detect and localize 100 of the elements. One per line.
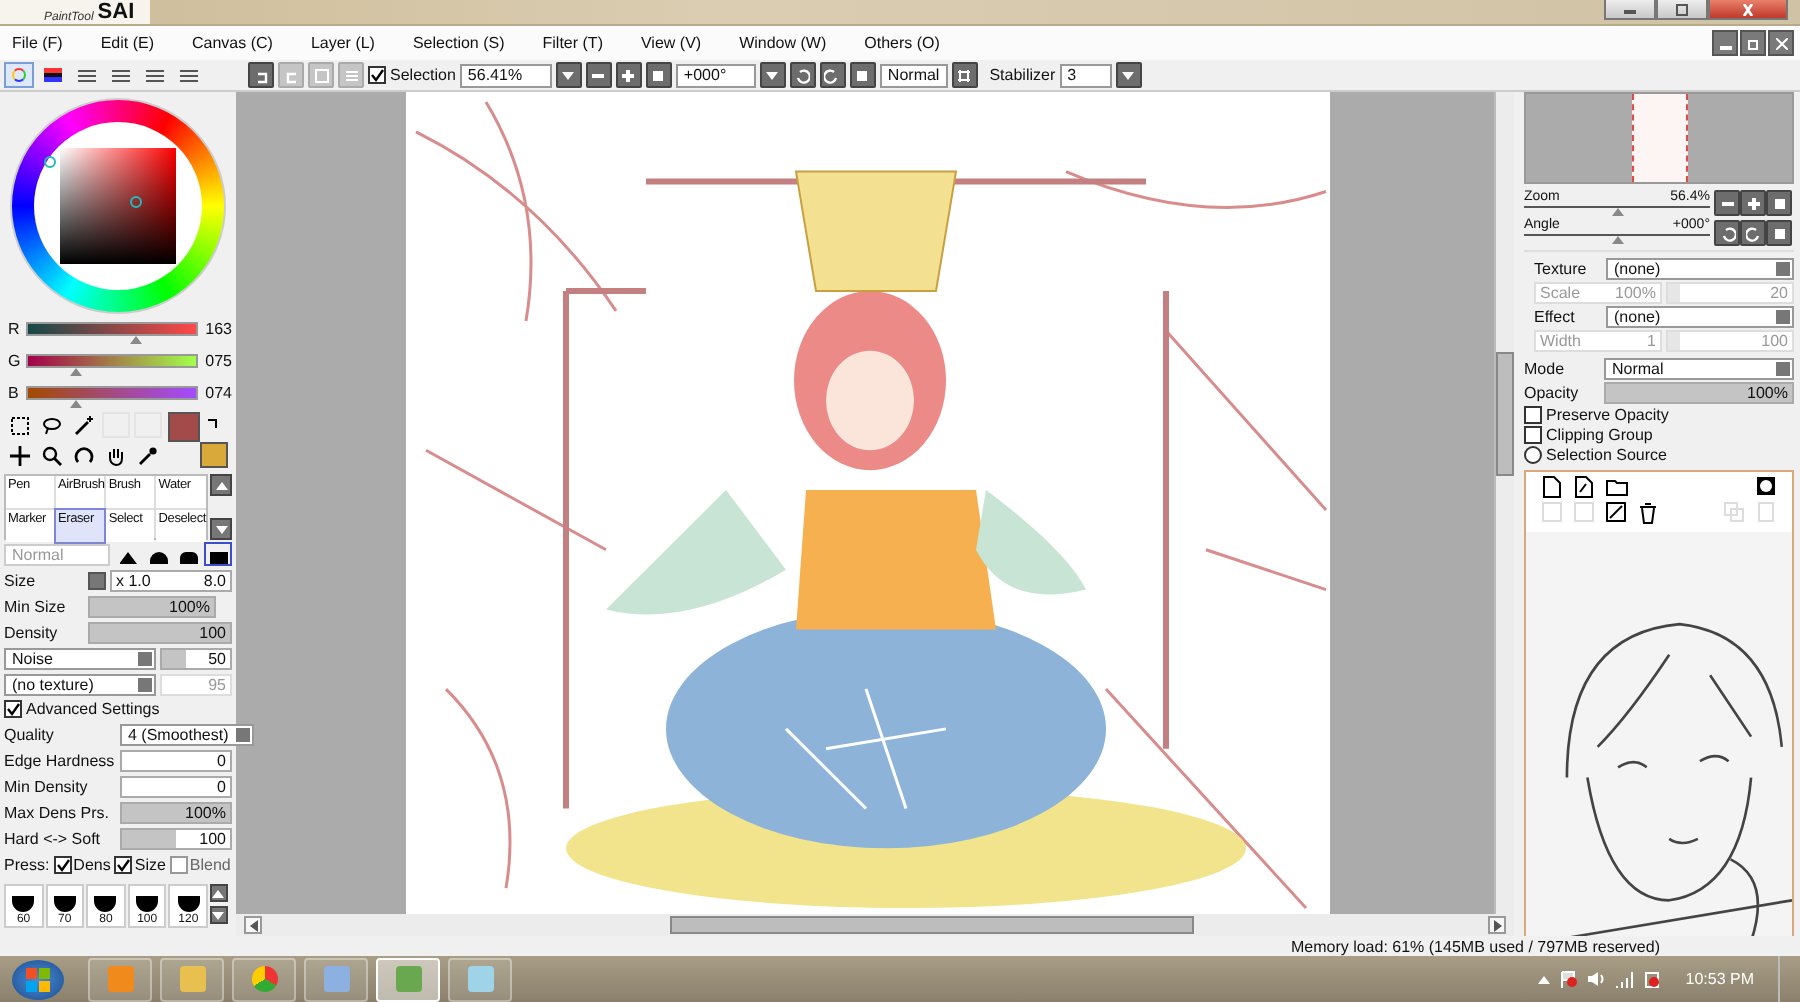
slider-thumb-icon[interactable]: [1611, 208, 1623, 216]
speaker-icon[interactable]: [1585, 970, 1606, 988]
color-mode-tab[interactable]: [38, 62, 68, 88]
selection-checkbox[interactable]: Selection: [368, 66, 456, 84]
color-mode-tab[interactable]: [4, 62, 34, 88]
slider-thumb-icon[interactable]: [129, 336, 142, 344]
scroll-up-button[interactable]: [209, 884, 228, 902]
reset-rotation-button[interactable]: [1766, 220, 1792, 246]
rotate-left-button[interactable]: [1714, 220, 1740, 246]
dropdown-button[interactable]: [1115, 62, 1142, 88]
caret-up-icon[interactable]: [1535, 971, 1552, 987]
hue-marker-icon[interactable]: [44, 156, 56, 168]
maximize-button[interactable]: [1656, 0, 1708, 20]
rectangle-select-icon[interactable]: [6, 412, 34, 438]
menu-item[interactable]: Selection (S): [412, 34, 505, 52]
flip-button[interactable]: [951, 62, 978, 88]
reset-rotation-button[interactable]: [849, 62, 876, 88]
pressure-checkbox[interactable]: Dens: [53, 855, 111, 873]
effect-dropdown[interactable]: (none): [1606, 306, 1794, 328]
quality-dropdown[interactable]: 4 (Smoothest): [120, 723, 255, 745]
restore-button[interactable]: [1740, 30, 1766, 56]
lasso-icon[interactable]: [38, 412, 66, 438]
close-button[interactable]: [1768, 30, 1794, 56]
size-field[interactable]: x 1.0 8.0: [110, 569, 232, 591]
scroll-left-button[interactable]: [244, 916, 262, 934]
battery-icon[interactable]: [1641, 970, 1662, 988]
scroll-up-button[interactable]: [210, 474, 232, 496]
reset-zoom-button[interactable]: [1766, 190, 1792, 216]
rotate-icon[interactable]: [70, 442, 98, 468]
scroll-down-button[interactable]: [209, 906, 228, 924]
signal-icon[interactable]: [1613, 970, 1634, 988]
foreground-color-swatch[interactable]: [168, 412, 200, 442]
menu-item[interactable]: Layer (L): [310, 34, 375, 52]
blend-mode-field[interactable]: Normal: [879, 63, 948, 87]
minimize-button[interactable]: [1604, 0, 1656, 20]
taskbar-app-button[interactable]: [232, 957, 296, 1001]
background-color-swatch[interactable]: [200, 442, 228, 468]
move-icon[interactable]: [6, 442, 34, 468]
trash-icon[interactable]: [1638, 502, 1658, 524]
magic-wand-icon[interactable]: [70, 412, 98, 438]
noise-slider[interactable]: 50: [160, 647, 232, 669]
rotate-right-button[interactable]: [1740, 220, 1766, 246]
setting-field[interactable]: 0: [120, 749, 232, 771]
minimize-button[interactable]: [1712, 30, 1738, 56]
texture-dropdown[interactable]: (no texture): [4, 673, 156, 695]
scroll-right-button[interactable]: [1488, 916, 1506, 934]
size-range-button[interactable]: [88, 571, 106, 589]
slider-thumb-icon[interactable]: [70, 368, 83, 376]
folder-icon[interactable]: [1606, 476, 1628, 498]
flag-icon[interactable]: [1559, 970, 1578, 988]
stabilizer-field[interactable]: 3: [1059, 63, 1112, 87]
advanced-settings-checkbox[interactable]: Advanced Settings: [0, 698, 236, 720]
new-linework-layer-icon[interactable]: [1574, 476, 1594, 498]
menu-item[interactable]: Window (W): [739, 34, 827, 52]
dropdown-button[interactable]: [759, 62, 786, 88]
menu-item[interactable]: View (V): [640, 34, 702, 52]
setting-slider[interactable]: 100%: [120, 801, 232, 823]
zoom-out-button[interactable]: [585, 62, 612, 88]
horizontal-scrollbar[interactable]: [236, 914, 1514, 936]
menu-item[interactable]: Filter (T): [542, 34, 603, 52]
rotate-left-button[interactable]: [789, 62, 816, 88]
new-layer-icon[interactable]: [1542, 476, 1562, 498]
reset-zoom-button[interactable]: [645, 62, 672, 88]
selection-source-radio[interactable]: Selection Source: [1524, 446, 1667, 464]
eyedropper-icon[interactable]: [134, 442, 162, 468]
texture-dropdown[interactable]: (none): [1606, 258, 1794, 280]
menu-item[interactable]: Canvas (C): [192, 34, 273, 52]
scroll-down-button[interactable]: [210, 518, 232, 540]
menu-item[interactable]: Others (O): [864, 34, 940, 52]
rotate-right-button[interactable]: [819, 62, 846, 88]
opacity-slider[interactable]: 100%: [1604, 382, 1794, 404]
zoom-out-button[interactable]: [1714, 190, 1740, 216]
layer-mode-dropdown[interactable]: Normal: [1604, 358, 1794, 380]
min-size-slider[interactable]: 100%: [88, 595, 216, 617]
brush-shape-button[interactable]: [204, 542, 232, 566]
dropdown-button[interactable]: [555, 62, 582, 88]
zoom-field[interactable]: 56.41%: [459, 63, 552, 87]
slider-thumb-icon[interactable]: [70, 400, 83, 408]
setting-slider[interactable]: 100: [120, 827, 232, 849]
search-icon[interactable]: [38, 442, 66, 468]
vertical-scrollbar[interactable]: [1494, 92, 1514, 914]
angle-field[interactable]: +000°: [675, 63, 756, 87]
taskbar-app-button[interactable]: [376, 957, 440, 1001]
slider-thumb-icon[interactable]: [1611, 236, 1623, 244]
menu-item[interactable]: File (F): [12, 34, 63, 52]
color-square[interactable]: [60, 148, 176, 264]
clear-layer-icon[interactable]: [1606, 502, 1626, 524]
setting-field[interactable]: 0: [120, 775, 232, 797]
start-button[interactable]: [12, 959, 64, 999]
color-marker-icon[interactable]: [130, 196, 142, 208]
undo-button[interactable]: [248, 62, 274, 88]
pressure-checkbox[interactable]: Size: [114, 855, 166, 873]
layer-option-checkbox[interactable]: Preserve Opacity: [1524, 406, 1669, 424]
layer-option-checkbox[interactable]: Clipping Group: [1524, 426, 1653, 444]
zoom-in-button[interactable]: [1740, 190, 1766, 216]
close-button[interactable]: [1708, 0, 1788, 20]
menu-item[interactable]: Edit (E): [100, 34, 154, 52]
mask-icon[interactable]: [1756, 476, 1776, 498]
zoom-in-button[interactable]: [615, 62, 642, 88]
noise-dropdown[interactable]: Noise: [4, 647, 156, 669]
